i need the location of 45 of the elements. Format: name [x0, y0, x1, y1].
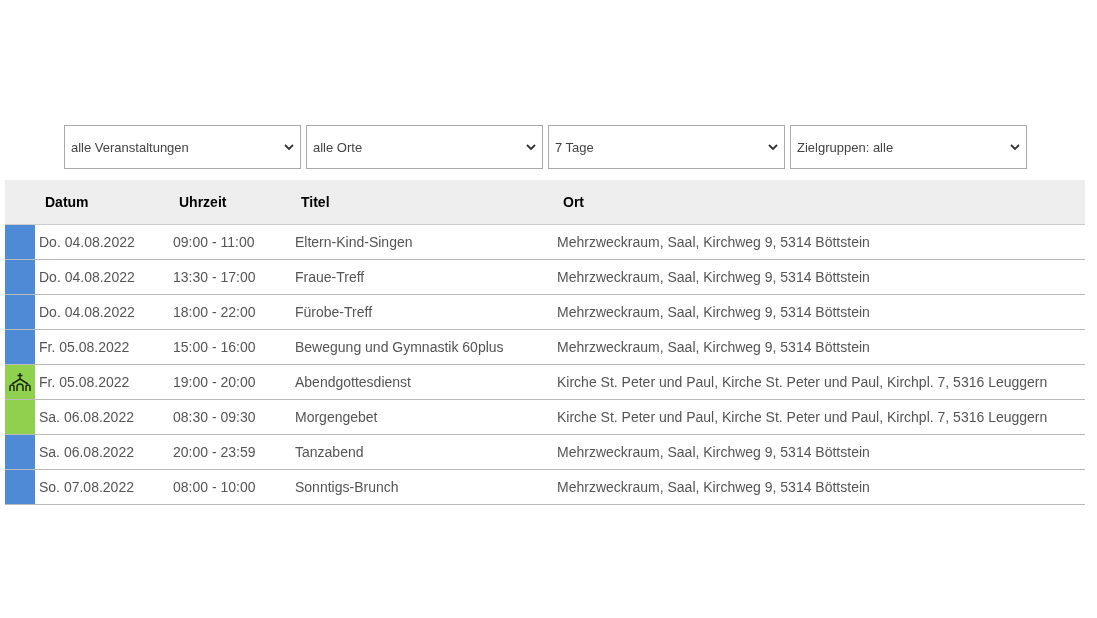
- table-cell: Fr. 05.08.2022: [39, 374, 130, 390]
- table-cell: Mehrzweckraum, Saal, Kirchweg 9, 5314 Böttstein: [557, 444, 870, 460]
- filter-dropdown[interactable]: alle Veranstaltungen: [64, 125, 301, 169]
- filter-dropdown[interactable]: Zielgruppen: alle: [790, 125, 1027, 169]
- table-cell: Mehrzweckraum, Saal, Kirchweg 9, 5314 Böttstein: [557, 234, 870, 250]
- table-cell: Fürobe-Treff: [295, 304, 373, 320]
- table-cell: Abendgottesdienst: [295, 374, 411, 390]
- table-cell: Tanzabend: [295, 444, 364, 460]
- table-cell: 08:30 - 09:30: [173, 409, 256, 425]
- table-cell: 13:30 - 17:00: [173, 269, 256, 285]
- table-cell: Morgengebet: [295, 409, 378, 425]
- table-cell: Mehrzweckraum, Saal, Kirchweg 9, 5314 Böttstein: [557, 479, 870, 495]
- table-cell: 15:00 - 16:00: [173, 339, 256, 355]
- chevron-down-icon: [768, 143, 778, 151]
- table-cell: 09:00 - 11:00: [173, 234, 255, 250]
- table-cell: 18:00 - 22:00: [173, 304, 256, 320]
- table-cell: Fraue-Treff: [295, 269, 365, 285]
- filter-dropdown[interactable]: 7 Tage: [548, 125, 785, 169]
- table-cell: Kirche St. Peter und Paul, Kirche St. Peter und Paul, Kirchpl. 7, 5316 Leuggern: [557, 409, 1048, 425]
- column-header: Titel: [301, 194, 330, 210]
- table-cell: Fr. 05.08.2022: [39, 339, 130, 355]
- table-cell: Eltern-Kind-Singen: [295, 234, 413, 250]
- column-header: Uhrzeit: [179, 194, 227, 210]
- chevron-down-icon: [1010, 143, 1020, 151]
- table-cell: 20:00 - 23:59: [173, 444, 256, 460]
- table-cell: Mehrzweckraum, Saal, Kirchweg 9, 5314 Böttstein: [557, 339, 870, 355]
- column-header: Datum: [45, 194, 89, 210]
- table-cell: Sa. 06.08.2022: [39, 444, 134, 460]
- filter-dropdown[interactable]: alle Orte: [306, 125, 543, 169]
- table-cell: 19:00 - 20:00: [173, 374, 256, 390]
- table-cell: So. 07.08.2022: [39, 479, 134, 495]
- table-cell: Kirche St. Peter und Paul, Kirche St. Peter und Paul, Kirchpl. 7, 5316 Leuggern: [557, 374, 1048, 390]
- table-cell: Do. 04.08.2022: [39, 269, 135, 285]
- table-cell: Do. 04.08.2022: [39, 304, 135, 320]
- table-cell: Sa. 06.08.2022: [39, 409, 134, 425]
- table-cell: Bewegung und Gymnastik 60plus: [295, 339, 504, 355]
- table-cell: Do. 04.08.2022: [39, 234, 135, 250]
- table-cell: Sonntigs-Brunch: [295, 479, 399, 495]
- chevron-down-icon: [526, 143, 536, 151]
- table-cell: Mehrzweckraum, Saal, Kirchweg 9, 5314 Böttstein: [557, 269, 870, 285]
- column-header: Ort: [563, 194, 584, 210]
- church-icon: [9, 372, 31, 392]
- table-cell: 08:00 - 10:00: [173, 479, 256, 495]
- chevron-down-icon: [284, 143, 294, 151]
- table-cell: Mehrzweckraum, Saal, Kirchweg 9, 5314 Böttstein: [557, 304, 870, 320]
